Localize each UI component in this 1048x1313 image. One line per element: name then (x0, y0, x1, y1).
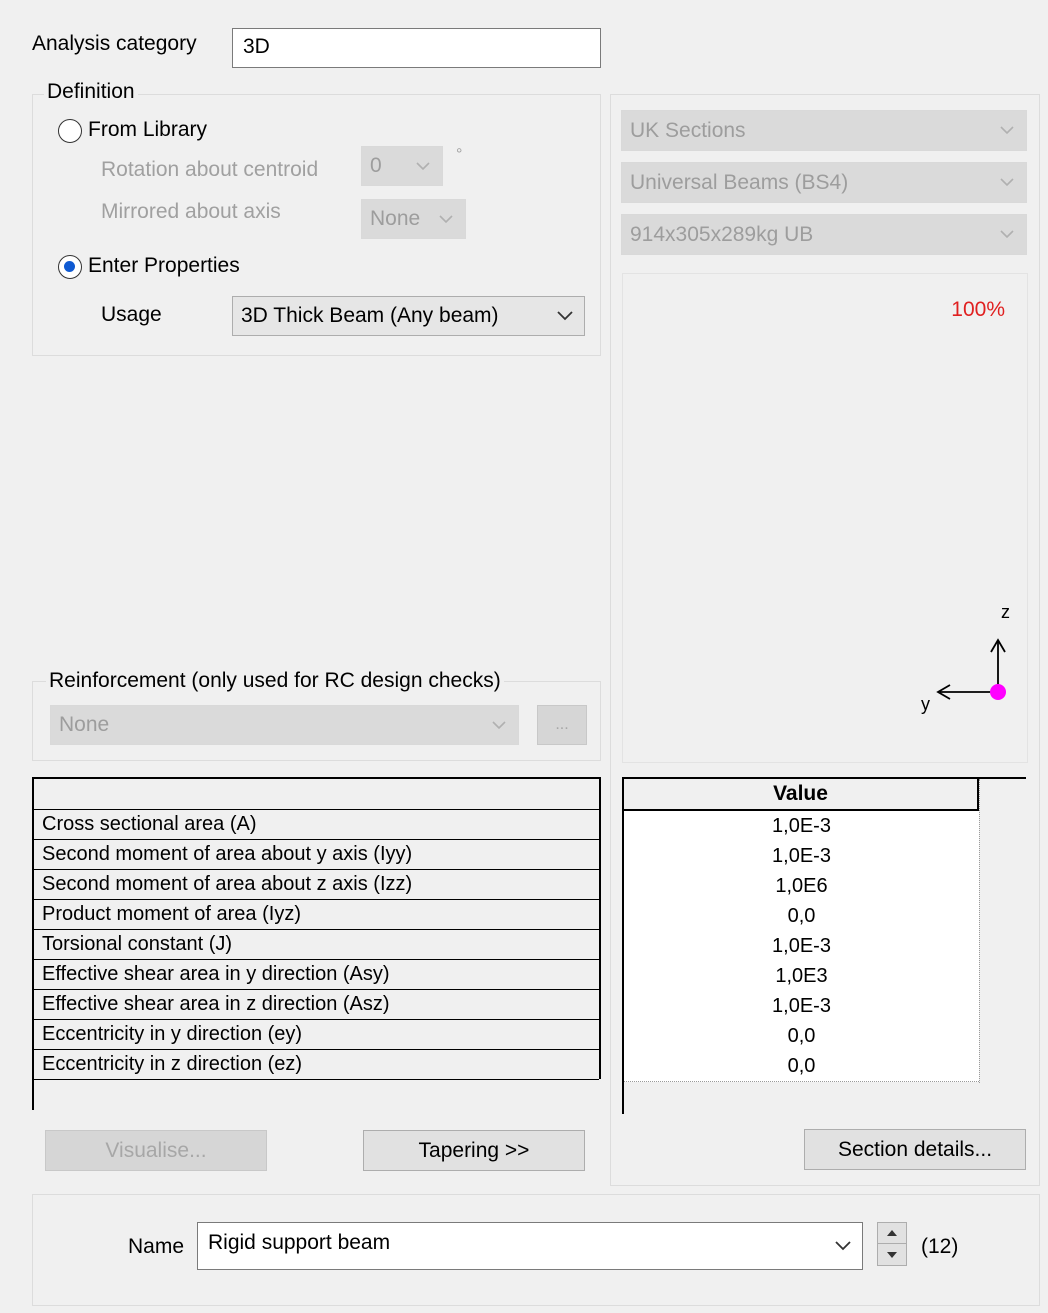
enter-properties-label[interactable]: Enter Properties (88, 254, 240, 278)
chevron-down-icon (996, 111, 1018, 150)
zoom-label: 100% (951, 298, 1005, 321)
axis-z-label: z (1001, 602, 1010, 622)
usage-value: 3D Thick Beam (Any beam) (241, 304, 499, 327)
chevron-down-icon (554, 297, 576, 335)
reinforcement-legend: Reinforcement (only used for RC design c… (46, 669, 504, 693)
section-value: 914x305x289kg UB (630, 222, 814, 246)
table-cell-value[interactable]: 0,0 (624, 1051, 979, 1082)
tapering-button[interactable]: Tapering >> (363, 1130, 585, 1171)
table-cell-value[interactable]: 0,0 (624, 901, 979, 932)
rotation-value: 0 (370, 154, 382, 177)
table-row[interactable]: Eccentricity in y direction (ey) (34, 1019, 599, 1050)
section-details-button[interactable]: Section details... (804, 1129, 1026, 1170)
chevron-down-icon (488, 706, 510, 744)
visualise-button[interactable]: Visualise... (45, 1130, 267, 1171)
table-row[interactable]: Effective shear area in y direction (Asy… (34, 959, 599, 990)
from-library-radio[interactable] (58, 119, 82, 143)
mirrored-value: None (370, 207, 421, 230)
table-cell-value[interactable]: 1,0E-3 (624, 811, 979, 842)
usage-select[interactable]: 3D Thick Beam (Any beam) (232, 296, 585, 336)
reinforcement-value: None (59, 713, 110, 736)
degree-symbol: ° (456, 146, 463, 163)
chevron-down-icon[interactable] (832, 1223, 854, 1269)
name-value: Rigid support beam (208, 1231, 391, 1254)
table-cell-value[interactable]: 1,0E-3 (624, 841, 979, 872)
table-cell-value[interactable]: 0,0 (624, 1021, 979, 1052)
spin-up-icon[interactable] (878, 1223, 906, 1244)
family-select[interactable]: Universal Beams (BS4) (621, 162, 1027, 203)
table-row[interactable]: Cross sectional area (A) (34, 809, 599, 840)
from-library-label[interactable]: From Library (88, 118, 207, 142)
chevron-down-icon (996, 215, 1018, 254)
catalogue-select[interactable]: UK Sections (621, 110, 1027, 151)
table-cell-value[interactable]: 1,0E-3 (624, 991, 979, 1022)
definition-legend: Definition (44, 80, 138, 104)
table-cell-value[interactable]: 1,0E3 (624, 961, 979, 992)
reinforcement-browse-button[interactable]: ... (537, 705, 587, 745)
family-value: Universal Beams (BS4) (630, 170, 849, 194)
table-row[interactable]: Eccentricity in z direction (ez) (34, 1049, 599, 1080)
analysis-category-field[interactable]: 3D (232, 28, 601, 68)
chevron-down-icon (996, 163, 1018, 202)
table-cell-value[interactable]: 1,0E6 (624, 871, 979, 902)
section-select[interactable]: 914x305x289kg UB (621, 214, 1027, 255)
property-header-cell (34, 779, 599, 810)
rotation-select[interactable]: 0 (361, 146, 443, 186)
table-row[interactable]: Second moment of area about z axis (Izz) (34, 869, 599, 900)
name-combobox[interactable]: Rigid support beam (197, 1222, 863, 1270)
axis-y-label: y (921, 694, 930, 714)
mirrored-select[interactable]: None (361, 199, 466, 239)
name-count: (12) (921, 1235, 959, 1258)
mirrored-label: Mirrored about axis (101, 200, 281, 223)
name-spinner[interactable] (877, 1222, 907, 1266)
analysis-category-label: Analysis category (32, 32, 197, 55)
table-row[interactable]: Product moment of area (Iyz) (34, 899, 599, 930)
table-row[interactable]: Second moment of area about y axis (Iyy) (34, 839, 599, 870)
table-row[interactable]: Torsional constant (J) (34, 929, 599, 960)
table-row[interactable]: Effective shear area in z direction (Asz… (34, 989, 599, 1020)
table-cell-value[interactable]: 1,0E-3 (624, 931, 979, 962)
name-label: Name (128, 1235, 185, 1258)
usage-label: Usage (101, 303, 162, 326)
spin-down-icon[interactable] (878, 1244, 906, 1265)
catalogue-value: UK Sections (630, 118, 746, 142)
property-values-grid: Value 1,0E-3 1,0E-3 1,0E6 0,0 1,0E-3 1,0E3 1,0… (622, 777, 1026, 1114)
chevron-down-icon (435, 200, 457, 238)
enter-properties-radio[interactable] (58, 255, 82, 279)
reinforcement-select[interactable]: None (50, 705, 519, 745)
rotation-label: Rotation about centroid (101, 158, 319, 181)
value-column-header: Value (624, 779, 979, 811)
chevron-down-icon (412, 147, 434, 185)
section-preview-panel: 100% z y (622, 273, 1028, 763)
property-names-grid: Cross sectional area (A) Second moment of… (32, 777, 601, 1110)
